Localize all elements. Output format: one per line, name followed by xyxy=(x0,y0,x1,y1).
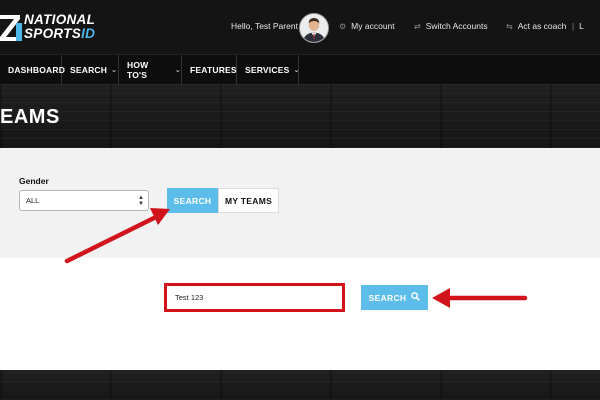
annotation-arrow-1 xyxy=(64,208,170,264)
annotation-arrows xyxy=(64,208,528,308)
annotation-arrow-2 xyxy=(432,288,528,308)
